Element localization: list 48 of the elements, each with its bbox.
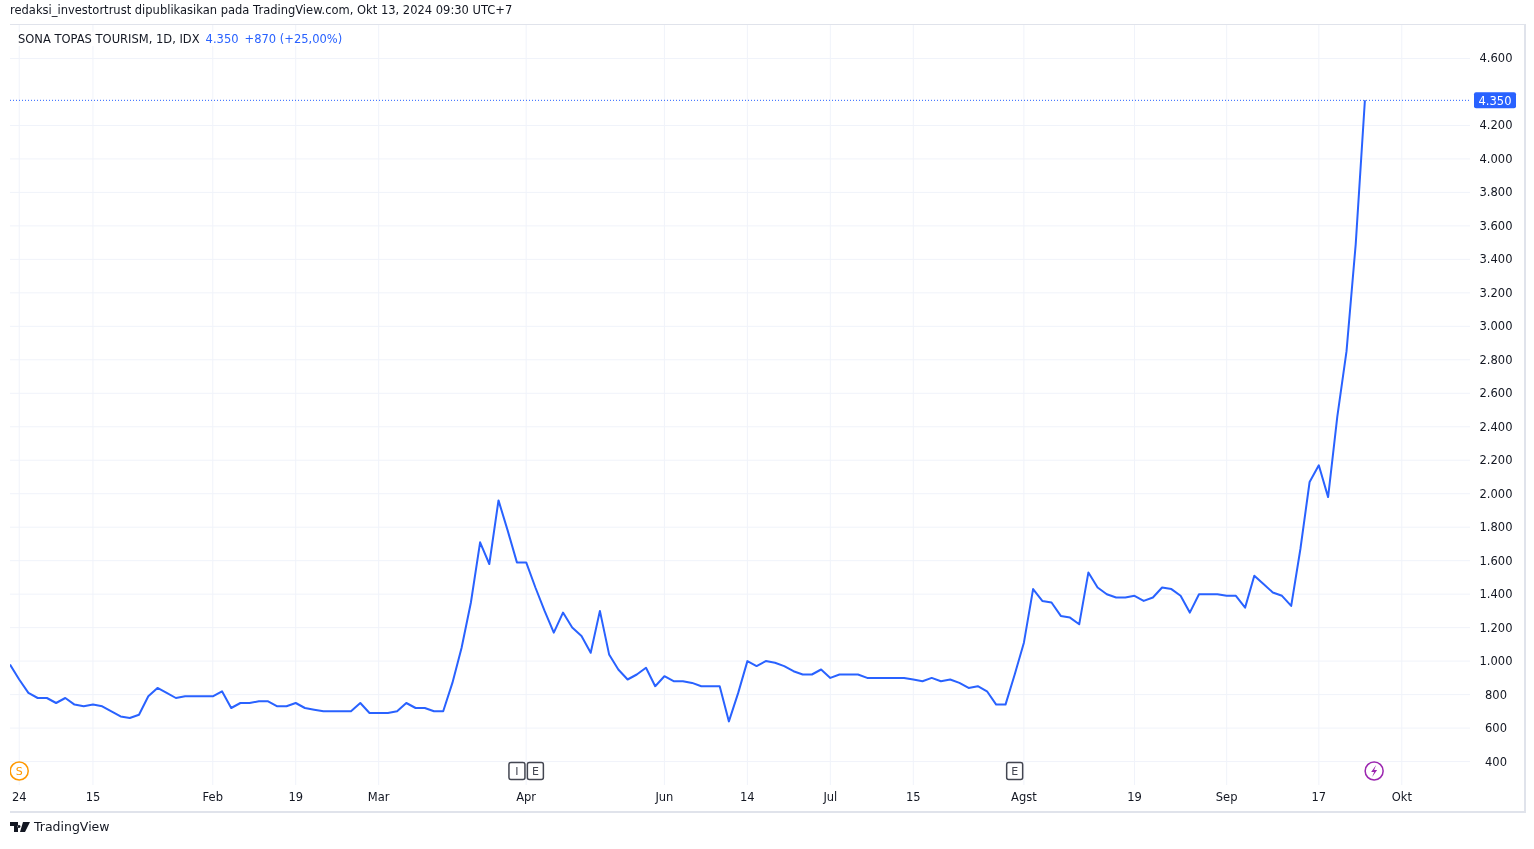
axis-label: 24	[11, 790, 27, 804]
axis-label: 3.600	[1479, 218, 1513, 233]
axis-label: 17	[1311, 790, 1327, 804]
axis-label: Feb	[202, 790, 223, 804]
axis-label: 2.200	[1479, 453, 1513, 468]
event-marker[interactable]: E	[1005, 761, 1024, 781]
event-marker[interactable]: I	[508, 761, 526, 781]
price-change: +870 (+25,00%)	[244, 32, 343, 46]
axis-label: Mar	[367, 790, 390, 804]
axis-label: 14	[740, 790, 755, 804]
ref-line-label: 4.350	[1478, 93, 1512, 108]
axis-label: 3.400	[1479, 252, 1513, 267]
axis-label: 1.800	[1479, 520, 1513, 535]
axis-label: 1.000	[1479, 654, 1513, 669]
axis-label: 4.200	[1479, 118, 1513, 133]
price-label[interactable]: 4.350	[1474, 92, 1516, 109]
axis-label: Jul	[823, 790, 838, 804]
axis-label: 1.600	[1479, 553, 1513, 568]
publication-note: redaksi_investortrust dipublikasikan pada TradingView.com, Okt 13, 2024 09:30 UTC+7	[9, 2, 514, 19]
axis-label: 19	[1127, 790, 1142, 804]
axis-label: 2.400	[1479, 419, 1513, 434]
axis-label: 19	[288, 790, 304, 804]
axis-label: 3.000	[1479, 319, 1513, 334]
axis-label: 600	[1485, 721, 1507, 736]
axis-label: Agst	[1011, 790, 1037, 804]
axis-label: Jun	[655, 790, 674, 804]
axis-label: Apr	[516, 790, 537, 804]
logo-icon[interactable]	[10, 821, 30, 832]
axis-label: 15	[85, 790, 101, 804]
price-value: 4.350	[205, 32, 239, 46]
axis-label: 400	[1485, 754, 1507, 769]
event-marker[interactable]: E	[526, 761, 545, 781]
symbol-title: SONA TOPAS TOURISM, 1D, IDX	[18, 32, 200, 46]
axis-label: 1.400	[1479, 587, 1513, 602]
axis-label: Sep	[1215, 790, 1238, 804]
axis-label: 15	[905, 790, 921, 804]
axis-label: 2.600	[1479, 386, 1513, 401]
axis-label: 1.200	[1479, 620, 1513, 635]
axis-label: 3.200	[1479, 285, 1513, 300]
axis-label: 2.800	[1479, 352, 1513, 367]
axis-label: 4.600	[1479, 51, 1513, 66]
lightning-icon[interactable]	[1364, 761, 1384, 781]
axis-label: 800	[1485, 687, 1507, 702]
axis-label: 3.800	[1479, 185, 1513, 200]
brand-name[interactable]: TradingView	[34, 819, 110, 834]
axis-label: Okt	[1391, 790, 1412, 804]
axis-label: 4.000	[1479, 151, 1513, 166]
axis-label: 2.000	[1479, 486, 1513, 501]
